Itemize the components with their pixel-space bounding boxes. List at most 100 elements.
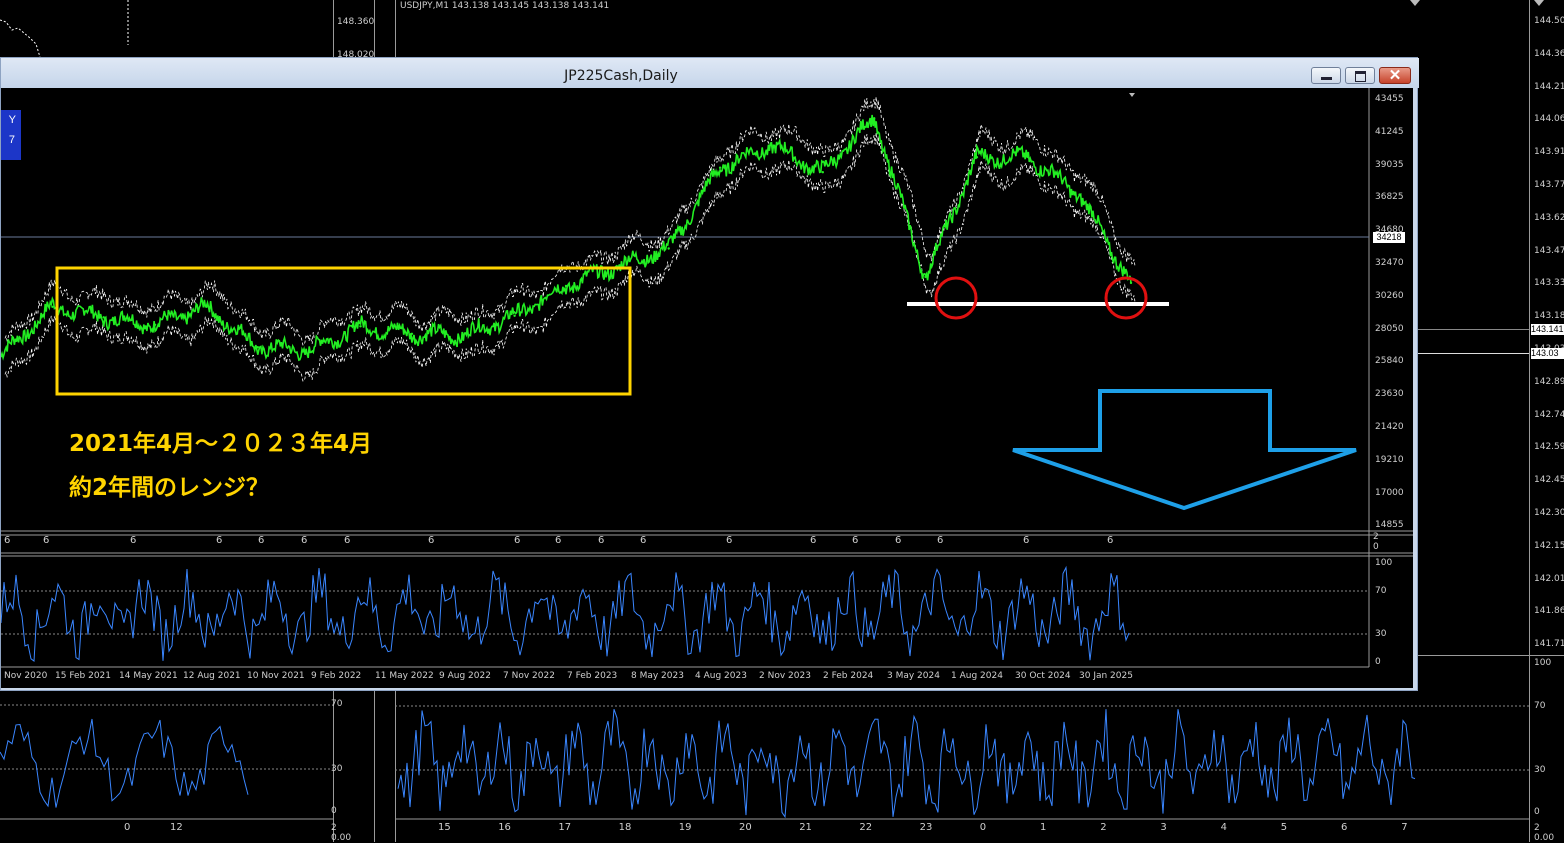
corner-label-text: Y [8, 114, 16, 126]
date-label: 30 Oct 2024 [1015, 671, 1071, 681]
session-marker: 6 [258, 535, 265, 546]
time-label: 22 [859, 822, 873, 833]
price-point [975, 156, 979, 159]
osc-level-label: 100 [1375, 558, 1393, 568]
down-arrow [1012, 389, 1357, 511]
session-marker: 6 [598, 535, 605, 546]
date-label: 2 Nov 2023 [759, 671, 811, 681]
time-label: 7 [1401, 822, 1408, 833]
osc-level-label: 0 [1375, 657, 1381, 667]
session-marker: 6 [1107, 535, 1114, 546]
price-point [410, 332, 414, 335]
price-point [359, 325, 362, 328]
window-titlebar[interactable]: JP225Cash,Daily ✕ [1, 58, 1419, 88]
date-label: 7 Feb 2023 [567, 671, 618, 681]
range-annotation-line2: 約2年間のレンジ？ [69, 475, 270, 501]
current-price-label: 34218 [1376, 232, 1402, 242]
time-label: 0 [124, 822, 131, 833]
price-point [462, 334, 465, 337]
minimize-button[interactable] [1311, 67, 1341, 84]
close-button[interactable]: ✕ [1379, 67, 1411, 84]
price-tick: 19210 [1375, 454, 1404, 465]
minimize-icon [1321, 77, 1332, 80]
time-label: 6 [1341, 822, 1348, 833]
price-label: 143.141 [1531, 324, 1564, 334]
osc-level-label: 30 [1375, 629, 1387, 639]
window-chart-area[interactable]: Y 7 2021年4月～２０２３年4月 約2年間のレンジ？ 43455 41245… [1, 88, 1413, 688]
price-tick: 17000 [1375, 487, 1404, 498]
price-label-box: 143.141 [1531, 324, 1564, 335]
price-point [308, 349, 311, 352]
time-label: 0 [979, 822, 987, 833]
chart-window[interactable]: JP225Cash,Daily ✕ Y 7 2021年4月～２０２３年4月 約2… [0, 57, 1419, 691]
corner-label-text: 7 [8, 134, 15, 146]
axis-small: 2 [331, 823, 337, 833]
date-label: 14 May 2021 [119, 671, 178, 681]
price-tick: 142.74 [1534, 409, 1564, 420]
background-price-line [0, 0, 129, 57]
date-label: 8 May 2023 [631, 671, 684, 681]
scroll-up-icon[interactable] [1534, 0, 1544, 6]
maximize-button[interactable] [1345, 67, 1375, 84]
date-label: 4 Aug 2023 [695, 671, 747, 681]
price-point [102, 316, 105, 319]
price-tick: 142.30 [1534, 508, 1564, 518]
price-line [1418, 353, 1529, 354]
price-tick: 23630 [1375, 389, 1404, 400]
session-marker: 6 [810, 535, 817, 546]
price-point [51, 305, 54, 308]
time-label: 4 [1220, 822, 1227, 833]
window-title: JP225Cash,Daily [564, 68, 678, 84]
osc-level-label: 70 [1375, 586, 1387, 596]
price-point [718, 166, 722, 169]
date-label: 12 Aug 2021 [183, 671, 241, 681]
price-tick: 39035 [1375, 159, 1404, 170]
session-marker: 6 [428, 535, 435, 546]
price-tick: 142.01 [1534, 573, 1564, 584]
scroll-up-icon[interactable] [1410, 0, 1420, 6]
time-label: 3 [1160, 822, 1167, 833]
session-marker: 6 [937, 535, 944, 546]
indicator-axis-label: 0 [1373, 542, 1379, 552]
time-label: 18 [618, 822, 632, 833]
osc-level-label: 30 [1534, 765, 1546, 775]
price-point [513, 314, 516, 317]
osc-level-label: 100 [1534, 658, 1552, 668]
indicator-axis-label: 2 [1373, 532, 1379, 542]
maximize-icon [1355, 71, 1366, 82]
price-label-box: 143.03 [1531, 348, 1564, 359]
low-marker-circle [934, 276, 978, 320]
date-label: Nov 2020 [4, 671, 48, 681]
price-tick: 144.50 [1534, 16, 1564, 26]
background-oscillator [0, 704, 1529, 820]
oscillator-line [1, 565, 1130, 662]
left-price-tick: 148.360 [337, 17, 375, 27]
date-label: 30 Jan 2025 [1079, 671, 1133, 681]
low-marker-circle [1104, 276, 1148, 320]
session-marker: 6 [555, 535, 562, 546]
corner-label[interactable]: Y 7 [1, 110, 21, 160]
price-tick: 142.45 [1534, 475, 1564, 486]
price-point [153, 323, 157, 326]
usdjpy-header: USDJPY,M1 143.138 143.145 143.138 143.14… [400, 1, 610, 11]
price-point [1027, 156, 1030, 159]
price-tick: 143.47 [1534, 245, 1564, 256]
price-tick: 142.15 [1534, 540, 1564, 551]
price-tick: 36825 [1375, 192, 1404, 203]
price-tick: 21420 [1375, 422, 1404, 432]
price-point [256, 346, 259, 349]
price-tick: 43455 [1375, 94, 1404, 104]
time-label: 16 [498, 822, 511, 833]
session-marker: 6 [43, 535, 50, 546]
price-tick: 141.86 [1534, 606, 1564, 617]
osc-level-label: 30 [331, 764, 343, 774]
range-annotation-line1: 2021年4月～２０２３年4月 [69, 431, 373, 457]
price-tick: 32470 [1375, 258, 1404, 268]
time-label: 23 [919, 822, 933, 833]
session-marker: 6 [852, 535, 859, 546]
time-label: 2 [1100, 822, 1107, 833]
price-point [1129, 281, 1133, 285]
chart-canvas [1, 88, 1413, 668]
current-price-box: 34218 [1373, 232, 1405, 243]
price-point [770, 144, 773, 147]
